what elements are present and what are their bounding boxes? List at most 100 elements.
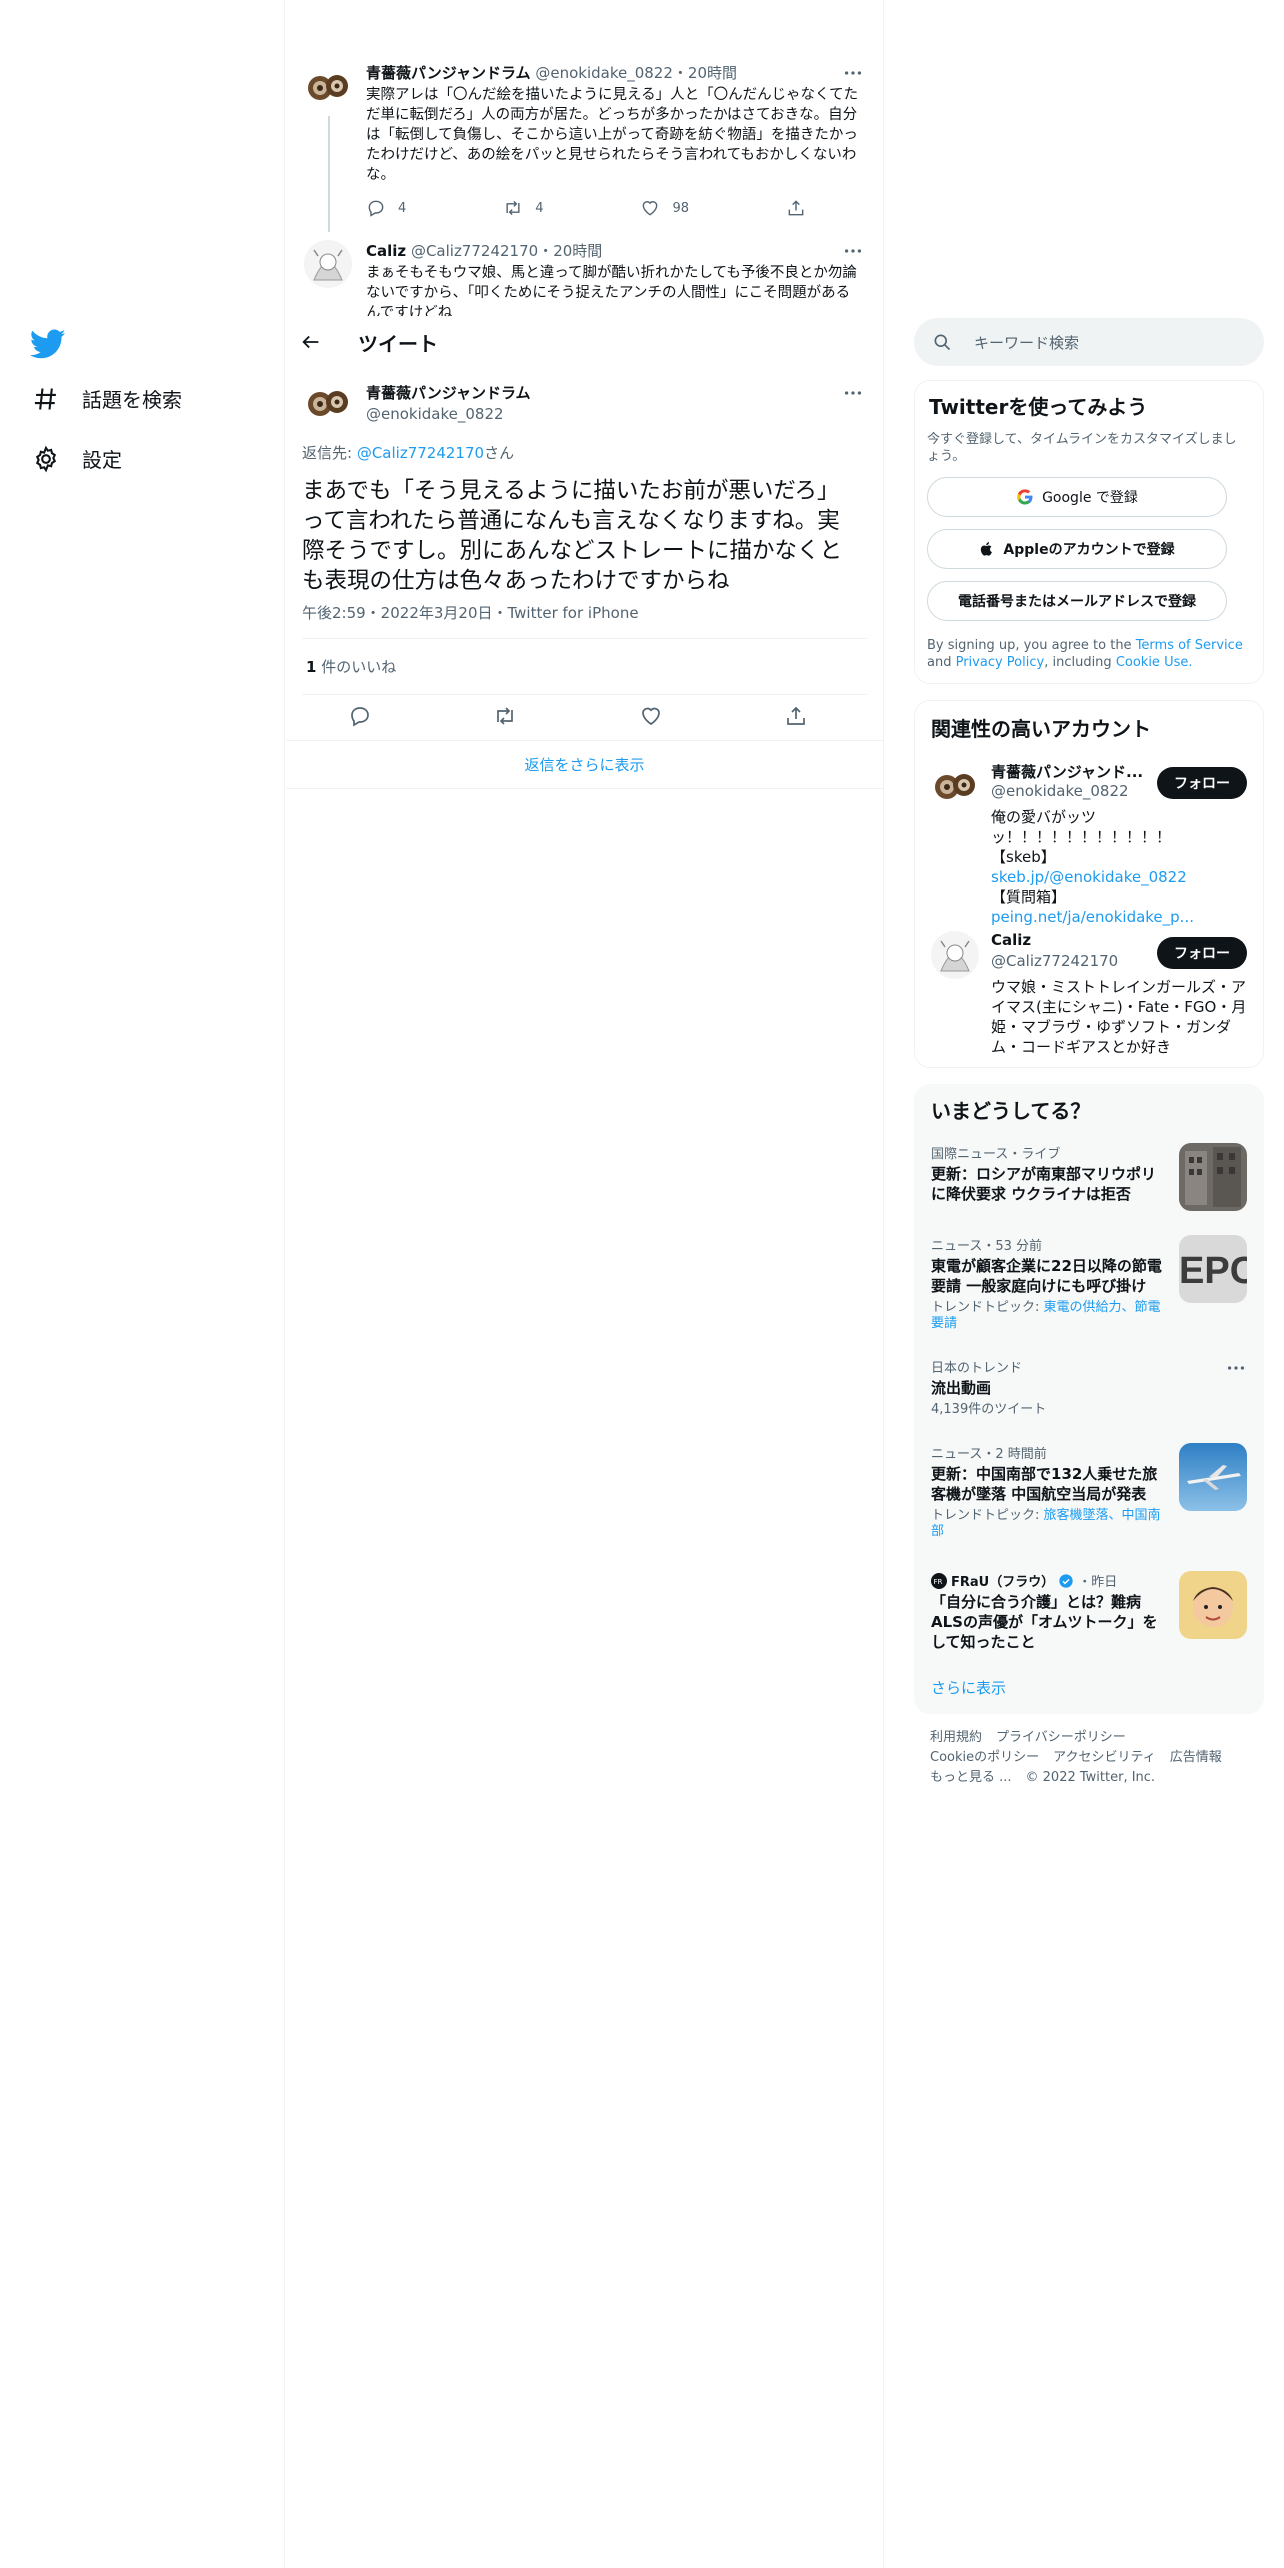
terms-prefix: By signing up, you agree to the xyxy=(927,638,1136,653)
apple-signup-button[interactable]: Appleのアカウントで登録 xyxy=(927,529,1227,569)
footer-link[interactable]: アクセシビリティ xyxy=(1053,1750,1156,1765)
like-button[interactable]: 98 xyxy=(640,198,689,218)
reply-button[interactable]: 4 xyxy=(366,198,406,218)
footer-link[interactable]: プライバシーポリシー xyxy=(996,1730,1126,1745)
copyright: © 2022 Twitter, Inc. xyxy=(1025,1770,1156,1785)
trends-show-more-link[interactable]: さらに表示 xyxy=(931,1677,1006,1698)
search-bar[interactable]: キーワード検索 xyxy=(914,318,1264,366)
account-bio: ウマ娘・ミストトレインガールズ・アイマス(主にシャニ)・Fate・FGO・月姫・… xyxy=(991,978,1247,1056)
more-icon[interactable] xyxy=(1225,1357,1247,1379)
related-account[interactable]: 青薔薇パンジャンド... @enokidake_0822 フォロー 俺の愛バがッ… xyxy=(915,755,1263,926)
share-button[interactable] xyxy=(786,198,806,218)
privacy-link[interactable]: Privacy Policy xyxy=(956,655,1045,670)
timestamp[interactable]: 20時間 xyxy=(553,242,602,260)
retweet-button[interactable]: 4 xyxy=(503,198,544,218)
footer-link[interactable]: もっと見る ... xyxy=(930,1770,1012,1785)
footer-link[interactable]: Cookieのポリシー xyxy=(930,1750,1039,1765)
share-icon[interactable] xyxy=(784,704,808,728)
reply-to-prefix: 返信先: xyxy=(302,444,357,462)
trend-thumbnail xyxy=(1179,1443,1247,1511)
trend-item[interactable]: ニュース・53 分前 東電が顧客企業に22日以降の節電要請 一般家庭向けにも呼び… xyxy=(931,1235,1247,1345)
trend-author[interactable]: FRaU（フラウ） xyxy=(951,1571,1054,1590)
handle[interactable]: @enokidake_0822 xyxy=(535,64,673,82)
avatar[interactable] xyxy=(304,240,352,288)
thread-tweet[interactable]: Caliz @Caliz77242170・20時間 まぁそもそもウマ娘、馬と違っ… xyxy=(304,240,864,320)
display-name[interactable]: 青薔薇パンジャンドラム xyxy=(366,382,864,403)
nav-settings[interactable]: 設定 xyxy=(32,444,122,473)
cookie-link[interactable]: Cookie Use. xyxy=(1116,655,1193,670)
more-icon[interactable] xyxy=(842,240,864,262)
signup-terms: By signing up, you agree to the Terms of… xyxy=(927,637,1247,671)
gear-icon xyxy=(32,445,60,473)
handle[interactable]: @Caliz77242170 xyxy=(991,952,1118,970)
tweet-header: Caliz @Caliz77242170・20時間 xyxy=(366,242,603,260)
terms-and: and xyxy=(927,655,956,670)
bio-link[interactable]: skeb.jp/@enokidake_0822 xyxy=(991,868,1187,886)
avatar[interactable] xyxy=(304,378,352,426)
nav-settings-label: 設定 xyxy=(82,448,122,472)
display-name[interactable]: Caliz xyxy=(991,931,1031,949)
retweet-icon[interactable] xyxy=(493,704,517,728)
trend-item[interactable]: ニュース・2 時間前 更新：中国南部で132人乗せた旅客機が墜落 中国航空当局が… xyxy=(931,1443,1247,1553)
page-title: ツイート xyxy=(358,331,438,356)
focus-timestamp[interactable]: 午後2:59・2022年3月20日・Twitter for iPhone xyxy=(302,602,639,623)
thread-tweet[interactable]: 青薔薇パンジャンドラム @enokidake_0822・20時間 実際アレは「〇… xyxy=(304,62,864,232)
reply-icon[interactable] xyxy=(348,704,372,728)
svg-text:FR: FR xyxy=(934,1578,943,1586)
twitter-logo-icon[interactable] xyxy=(30,326,66,362)
divider xyxy=(286,788,883,789)
bio-prefix: 【質問箱】 xyxy=(991,888,1067,906)
follow-button[interactable]: フォロー xyxy=(1157,937,1247,969)
reply-to-link[interactable]: @Caliz77242170 xyxy=(357,444,484,462)
nav-explore-label: 話題を検索 xyxy=(82,388,182,412)
show-more-replies-button[interactable]: 返信をさらに表示 xyxy=(286,742,883,788)
avatar[interactable] xyxy=(931,931,979,979)
handle[interactable]: @enokidake_0822 xyxy=(366,405,864,423)
timestamp[interactable]: 20時間 xyxy=(688,64,737,82)
nav-explore[interactable]: 話題を検索 xyxy=(32,384,182,413)
display-name[interactable]: 青薔薇パンジャンドラム xyxy=(366,64,531,82)
trend-item[interactable]: 国際ニュース・ライブ 更新：ロシアが南東部マリウポリに降伏要求 ウクライナは拒否 xyxy=(931,1143,1247,1215)
tweet-body: Caliz @Caliz77242170・20時間 まぁそもそもウマ娘、馬と違っ… xyxy=(366,240,864,320)
google-signup-button[interactable]: Google で登録 xyxy=(927,477,1227,517)
bio-link[interactable]: peing.net/ja/enokidake_p... xyxy=(991,908,1194,926)
avatar[interactable] xyxy=(304,62,352,110)
like-summary-label: 件のいいね xyxy=(316,658,397,676)
avatar[interactable] xyxy=(931,761,979,809)
google-icon xyxy=(1017,489,1033,505)
trends-card: いまどうしてる？ 国際ニュース・ライブ 更新：ロシアが南東部マリウポリに降伏要求… xyxy=(914,1084,1264,1714)
related-accounts-card: 関連性の高いアカウント 青薔薇パンジャンド... @enokidake_0822… xyxy=(914,700,1264,1068)
account-bio: 俺の愛バがッツッ！！！！！！！！！！！ 【skeb】 skeb.jp/@enoki… xyxy=(991,807,1231,927)
phone-email-signup-button[interactable]: 電話番号またはメールアドレスで登録 xyxy=(927,581,1227,621)
search-icon xyxy=(934,334,951,351)
heart-icon[interactable] xyxy=(639,704,663,728)
more-icon[interactable] xyxy=(842,62,864,84)
divider xyxy=(302,638,867,639)
trend-title: 更新：ロシアが南東部マリウポリに降伏要求 ウクライナは拒否 xyxy=(931,1165,1157,1203)
handle[interactable]: @enokidake_0822 xyxy=(991,782,1129,800)
back-arrow-icon[interactable] xyxy=(300,331,322,353)
follow-button[interactable]: フォロー xyxy=(1157,767,1247,799)
thread-line xyxy=(328,116,330,232)
display-name[interactable]: 青薔薇パンジャンド... xyxy=(991,761,1143,782)
trend-item[interactable]: FR FRaU（フラウ） ・昨日 「自分に合う介護」とは？難病ALSの声優が「オ… xyxy=(931,1571,1247,1661)
signup-subtitle: 今すぐ登録して、タイムラインをカスタマイズしましょう。 xyxy=(927,432,1237,464)
reply-icon xyxy=(368,200,384,217)
like-count: 98 xyxy=(672,200,690,216)
reply-to: 返信先: @Caliz77242170さん xyxy=(302,442,514,463)
footer-link[interactable]: 広告情報 xyxy=(1170,1750,1222,1765)
footer-link[interactable]: 利用規約 xyxy=(930,1730,982,1745)
handle[interactable]: @Caliz77242170 xyxy=(411,242,538,260)
heart-icon xyxy=(643,201,658,216)
tweet-header: 青薔薇パンジャンドラム @enokidake_0822・20時間 xyxy=(366,64,737,82)
trend-item[interactable]: 日本のトレンド 流出動画 4,139件のツイート xyxy=(931,1357,1247,1427)
terms-link[interactable]: Terms of Service xyxy=(1136,638,1243,653)
like-summary[interactable]: 1 件のいいね xyxy=(306,656,396,677)
more-icon[interactable] xyxy=(842,382,864,404)
related-account[interactable]: Caliz @Caliz77242170 フォロー ウマ娘・ミストトレインガール… xyxy=(915,925,1263,1065)
trend-count: 4,139件のツイート xyxy=(931,1402,1047,1417)
trend-title: 「自分に合う介護」とは？難病ALSの声優が「オムツトーク」をして知ったこと xyxy=(931,1593,1158,1651)
trend-topics: トレンドトピック: 旅客機墜落、中国南部 xyxy=(931,1508,1167,1540)
like-summary-count: 1 xyxy=(306,658,317,676)
display-name[interactable]: Caliz xyxy=(366,242,406,260)
